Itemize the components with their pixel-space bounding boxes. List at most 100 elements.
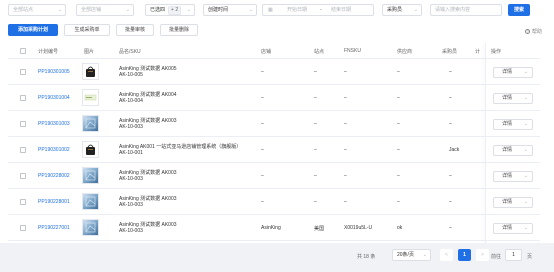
plan-number-link[interactable]: PP190227001 bbox=[38, 225, 70, 231]
buyer-select[interactable]: 采购员 ⌄ bbox=[382, 4, 422, 16]
supplier-value: – bbox=[397, 69, 400, 75]
plan-number-link[interactable]: PP190228001 bbox=[38, 199, 70, 205]
help-link[interactable]: ? 帮助 bbox=[524, 28, 542, 35]
page-1-button[interactable]: 1 bbox=[458, 249, 471, 261]
batch-review-button[interactable]: 批量审核 bbox=[116, 24, 154, 36]
batch-delete-button[interactable]: 批量删除 bbox=[160, 24, 198, 36]
row-checkbox[interactable] bbox=[20, 173, 26, 179]
buyer-value: – bbox=[449, 69, 452, 75]
buyer-value: – bbox=[449, 199, 452, 205]
product-sku: AK-10-003 bbox=[119, 228, 143, 234]
product-thumbnail bbox=[82, 63, 99, 80]
start-date-input[interactable]: 开始日期 bbox=[287, 5, 307, 15]
buyer-value: – bbox=[449, 225, 452, 231]
purchase-plan-table: 计划编号 图片 品名/SKU 店铺 站点 FNSKU 供应商 采购员 计 操作 … bbox=[0, 43, 554, 243]
detail-dropdown[interactable]: 详情 ⌄ bbox=[493, 67, 533, 78]
total-count: 共 18 条 bbox=[357, 254, 376, 260]
table-row: PP190228002 AsinKing 测试数据 AK003 AK-10-00… bbox=[8, 163, 540, 189]
supplier-value: – bbox=[397, 121, 400, 127]
shop-value: – bbox=[261, 95, 264, 101]
help-label: 帮助 bbox=[531, 29, 542, 35]
buyer-value: Jack bbox=[449, 147, 460, 153]
shop-select[interactable]: 全部店铺 ⌄ bbox=[76, 4, 134, 16]
goto-unit: 页 bbox=[527, 254, 533, 260]
table-row: PP190301004 AsinKing 测试数据 AK004 AK-10-00… bbox=[8, 85, 540, 111]
keyword-input[interactable]: 请输入搜索内容 bbox=[430, 4, 502, 16]
detail-dropdown[interactable]: 详情 ⌄ bbox=[493, 171, 533, 182]
product-thumbnail bbox=[82, 193, 99, 210]
generate-order-button[interactable]: 生成采购单 bbox=[64, 24, 110, 36]
keyword-placeholder: 请输入搜索内容 bbox=[435, 7, 471, 13]
fnsku-value: – bbox=[344, 147, 347, 153]
row-checkbox[interactable] bbox=[20, 121, 26, 127]
range-separator: - bbox=[320, 7, 322, 13]
date-range-picker[interactable]: ▦ 开始日期 - 结束日期 bbox=[262, 4, 374, 16]
goto-page-input[interactable]: 1 bbox=[505, 249, 522, 261]
fnsku-value: – bbox=[344, 69, 347, 75]
product-sku: AK-10-004 bbox=[119, 98, 143, 104]
add-plan-button[interactable]: 添加采购计划 bbox=[8, 24, 58, 36]
chevron-down-icon: ⌄ bbox=[523, 225, 528, 231]
chevron-down-icon: ⌄ bbox=[57, 7, 62, 13]
detail-label: 详情 bbox=[502, 69, 513, 75]
header-fnsku: FNSKU bbox=[344, 48, 361, 54]
chevron-down-icon: ⌄ bbox=[523, 173, 528, 179]
detail-dropdown[interactable]: 详情 ⌄ bbox=[493, 145, 533, 156]
header-name-sku: 品名/SKU bbox=[119, 49, 141, 55]
header-plan-qty: 计 bbox=[475, 49, 481, 55]
product-thumbnail bbox=[82, 167, 99, 184]
end-date-input[interactable]: 结束日期 bbox=[331, 5, 351, 15]
product-thumbnail bbox=[82, 89, 99, 106]
plan-number-link[interactable]: PP190228002 bbox=[38, 173, 70, 179]
buyer-select-label: 采购员 bbox=[387, 7, 403, 13]
chevron-down-icon: ⌄ bbox=[523, 95, 528, 101]
chevron-down-icon: ⌄ bbox=[248, 7, 253, 13]
site-select-label: 全部站点 bbox=[13, 7, 34, 13]
prev-page-button[interactable]: < bbox=[440, 249, 453, 261]
product-name: AsinKing 测试数据 AK005 bbox=[119, 66, 177, 72]
site-select[interactable]: 全部站点 ⌄ bbox=[8, 4, 66, 16]
shop-select-label: 全部店铺 bbox=[81, 7, 102, 13]
detail-dropdown[interactable]: 详情 ⌄ bbox=[493, 197, 533, 208]
table-row: PP190301003 AsinKing 测试数据 AK003 AK-10-00… bbox=[8, 111, 540, 137]
header-action: 操作 bbox=[491, 49, 502, 55]
product-sku: AK-10-003 bbox=[119, 124, 143, 130]
shop-value: – bbox=[261, 173, 264, 179]
plan-number-link[interactable]: PP190301004 bbox=[38, 95, 70, 101]
row-checkbox[interactable] bbox=[20, 147, 26, 153]
fixed-column-divider bbox=[485, 43, 486, 243]
site-value: – bbox=[314, 199, 317, 205]
page-size-select[interactable]: 20条/页 ⌄ bbox=[392, 249, 431, 261]
row-checkbox[interactable] bbox=[20, 95, 26, 101]
detail-label: 详情 bbox=[502, 199, 513, 205]
site-value: – bbox=[314, 95, 317, 101]
goto-label: 前往 bbox=[491, 254, 502, 260]
product-sku: AK-10-005 bbox=[119, 72, 143, 78]
product-sku: AK-10-003 bbox=[119, 202, 143, 208]
select-all-checkbox[interactable] bbox=[20, 48, 26, 54]
search-button[interactable]: 搜索 bbox=[508, 4, 530, 16]
row-checkbox[interactable] bbox=[20, 199, 26, 205]
product-name: AsinKing AK001 一站式亚马逊店铺管理系统（旗舰版） bbox=[119, 144, 242, 150]
page-size-label: 20条/页 bbox=[397, 252, 414, 258]
fnsku-value: – bbox=[344, 173, 347, 179]
next-page-button[interactable]: > bbox=[476, 249, 489, 261]
chevron-down-icon: ⌄ bbox=[523, 199, 528, 205]
product-thumbnail bbox=[82, 219, 99, 236]
time-type-select[interactable]: 创建时间 ⌄ bbox=[203, 4, 257, 16]
shop-value: AsinKing bbox=[261, 225, 281, 231]
detail-dropdown[interactable]: 详情 ⌄ bbox=[493, 93, 533, 104]
multi-select[interactable]: 已选四 + 2 ⌄ bbox=[145, 4, 195, 16]
plan-number-link[interactable]: PP190301005 bbox=[38, 69, 70, 75]
chevron-down-icon: ⌄ bbox=[413, 7, 418, 13]
calendar-icon: ▦ bbox=[268, 7, 273, 13]
time-type-label: 创建时间 bbox=[208, 7, 229, 13]
row-checkbox[interactable] bbox=[20, 225, 26, 231]
row-checkbox[interactable] bbox=[20, 69, 26, 75]
plan-number-link[interactable]: PP190301003 bbox=[38, 121, 70, 127]
fnsku-value: – bbox=[344, 95, 347, 101]
detail-dropdown[interactable]: 详情 ⌄ bbox=[493, 119, 533, 130]
shop-value: – bbox=[261, 69, 264, 75]
plan-number-link[interactable]: PP190301002 bbox=[38, 147, 70, 153]
detail-dropdown[interactable]: 详情 ⌄ bbox=[493, 223, 533, 234]
